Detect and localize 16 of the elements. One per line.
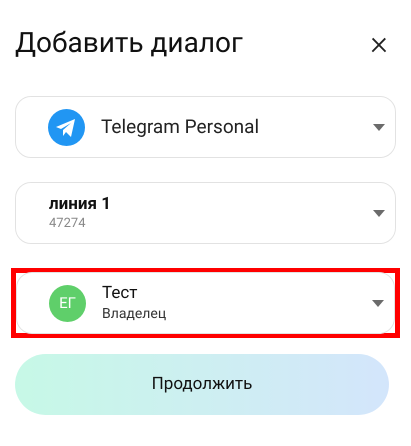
- caret-icon: [372, 300, 384, 306]
- select-field[interactable]: Telegram Personal: [15, 96, 396, 158]
- close-button[interactable]: ×: [370, 26, 388, 60]
- select-field[interactable]: линия 1 47274: [15, 182, 396, 244]
- caret-icon: [373, 210, 385, 216]
- paper-plane-icon: [48, 108, 85, 146]
- select-value: линия 1: [49, 194, 112, 216]
- select-value: Telegram Personal: [101, 114, 260, 138]
- select-subtext: Владелец: [102, 306, 168, 324]
- select-subtext: 47274: [49, 216, 87, 232]
- dialog-title: Добавить диалог: [15, 25, 243, 61]
- continue-button[interactable]: Продолжить: [15, 354, 389, 415]
- caret-icon: [373, 124, 385, 130]
- select-value: Тест: [102, 282, 138, 304]
- select-field[interactable]: ЕГ Тест Владелец: [16, 272, 395, 334]
- avatar: ЕГ: [49, 284, 86, 322]
